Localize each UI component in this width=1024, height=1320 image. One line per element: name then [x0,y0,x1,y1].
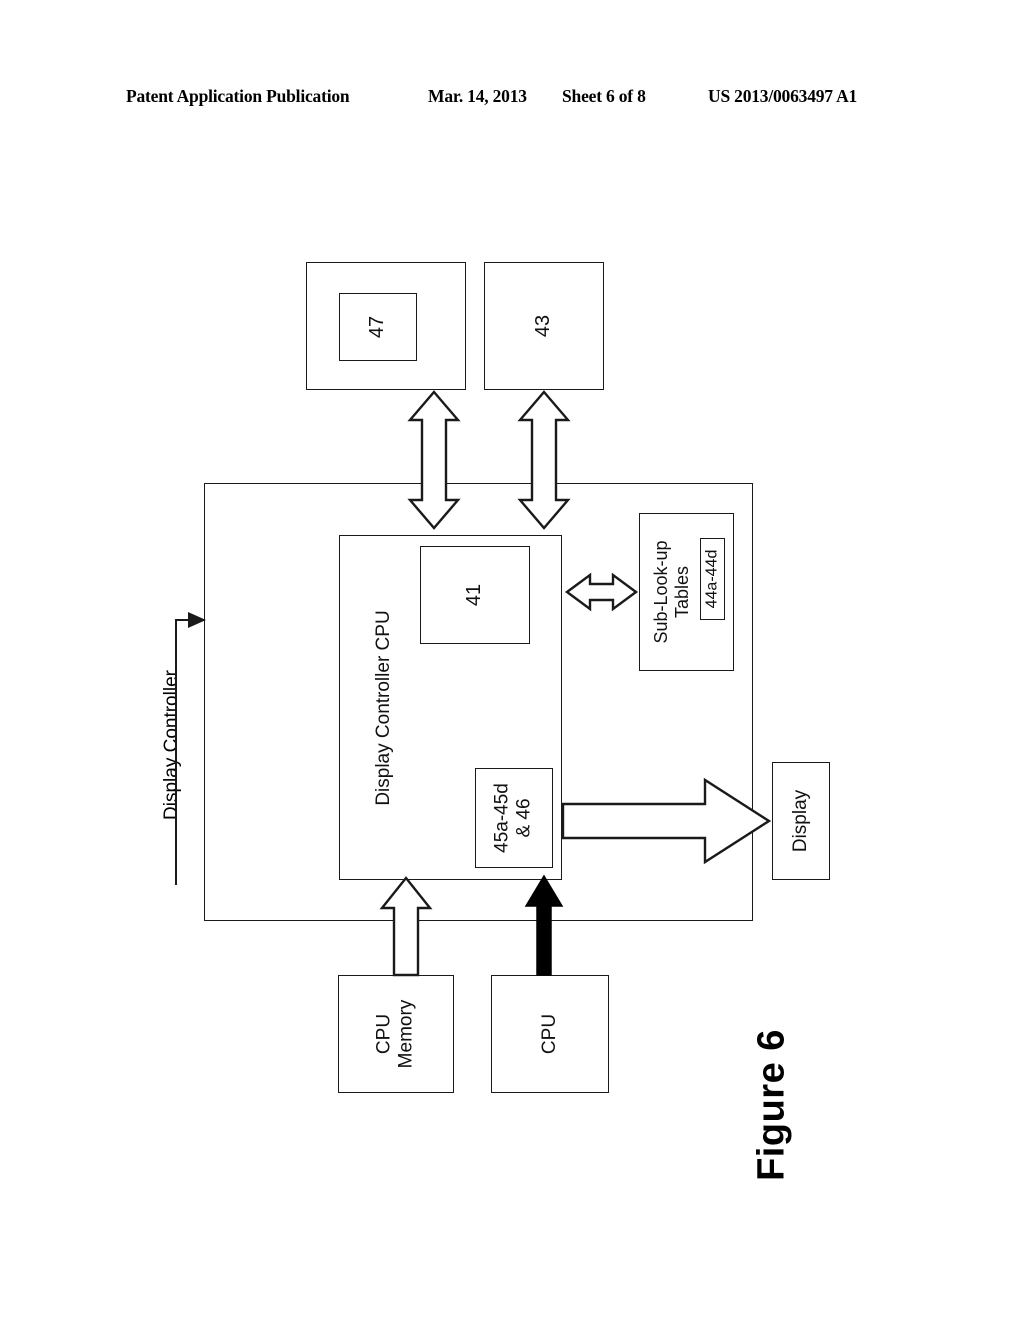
block-45-46-label: 45a-45d & 46 [491,783,535,853]
display-controller-cpu-label: Display Controller CPU [372,609,394,806]
block-41-label: 41 [463,583,486,607]
box-47-outer: 47 [306,262,466,390]
box-47-label: 47 [366,315,389,339]
block-45-46: 45a-45d & 46 [475,768,553,868]
figure-caption: Figure 6 [750,1029,793,1181]
box-43-label: 43 [532,314,555,338]
block-41: 41 [420,546,530,644]
block-44-label: 44a-44d [703,549,721,609]
display-box: Display [772,762,830,880]
cpu-memory-label: CPU Memory [373,999,417,1069]
header-date: Mar. 14, 2013 [428,86,527,106]
box-47-inner: 47 [339,293,417,361]
block-44: 44a-44d [700,538,725,620]
sub-lookup-tables-box: Sub-Look-up Tables 44a-44d [639,513,734,671]
display-controller-leader-label: Display Controller [161,670,182,820]
cpu-box: CPU [491,975,609,1093]
page-header: Patent Application Publication Mar. 14, … [0,86,1024,114]
header-patent-number: US 2013/0063497 A1 [708,86,858,106]
display-label: Display [789,789,811,853]
header-sheet: Sheet 6 of 8 [562,86,646,106]
display-controller-cpu-box: Display Controller CPU 41 45a-45d & 46 [339,535,562,880]
header-publication: Patent Application Publication [126,86,350,106]
box-43: 43 [484,262,604,390]
cpu-memory-box: CPU Memory [338,975,454,1093]
sub-lookup-tables-label: Sub-Look-up Tables [650,540,692,644]
cpu-label: CPU [538,1013,560,1055]
